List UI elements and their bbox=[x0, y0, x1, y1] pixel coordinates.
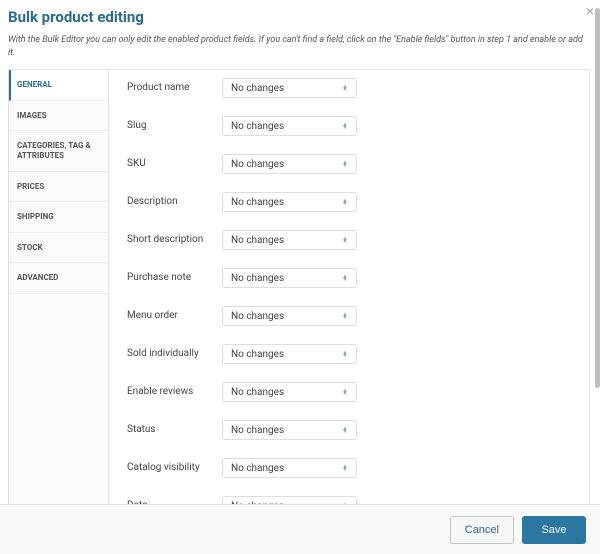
tab-shipping[interactable]: SHIPPING bbox=[9, 202, 108, 233]
tab-images[interactable]: IMAGES bbox=[9, 101, 108, 132]
field-row: Catalog visibility No changes ▲▼ bbox=[127, 458, 571, 478]
select-sold-individually[interactable]: No changes ▲▼ bbox=[222, 344, 357, 364]
select-value: No changes bbox=[231, 159, 284, 170]
cancel-button[interactable]: Cancel bbox=[450, 516, 514, 544]
page-subtitle: With the Bulk Editor you can only edit t… bbox=[8, 34, 590, 59]
select-sku[interactable]: No changes ▲▼ bbox=[222, 154, 357, 174]
field-row: Slug No changes ▲▼ bbox=[127, 116, 571, 136]
chevron-updown-icon: ▲▼ bbox=[342, 161, 348, 167]
field-row: Product name No changes ▲▼ bbox=[127, 78, 571, 98]
select-enable-reviews[interactable]: No changes ▲▼ bbox=[222, 382, 357, 402]
chevron-updown-icon: ▲▼ bbox=[342, 123, 348, 129]
page-title: Bulk product editing bbox=[8, 8, 590, 26]
field-row: Purchase note No changes ▲▼ bbox=[127, 268, 571, 288]
field-label: Short description bbox=[127, 234, 222, 246]
field-row: Menu order No changes ▲▼ bbox=[127, 306, 571, 326]
footer: Cancel Save bbox=[0, 504, 600, 554]
field-label: Description bbox=[127, 196, 222, 208]
panel: GENERAL IMAGES CATEGORIES, TAG & ATTRIBU… bbox=[8, 69, 590, 519]
chevron-updown-icon: ▲▼ bbox=[342, 199, 348, 205]
tabs: GENERAL IMAGES CATEGORIES, TAG & ATTRIBU… bbox=[9, 70, 109, 518]
select-value: No changes bbox=[231, 425, 284, 436]
chevron-updown-icon: ▲▼ bbox=[342, 313, 348, 319]
select-value: No changes bbox=[231, 83, 284, 94]
select-value: No changes bbox=[231, 273, 284, 284]
field-label: Slug bbox=[127, 120, 222, 132]
select-value: No changes bbox=[231, 197, 284, 208]
select-short-description[interactable]: No changes ▲▼ bbox=[222, 230, 357, 250]
select-purchase-note[interactable]: No changes ▲▼ bbox=[222, 268, 357, 288]
field-row: Short description No changes ▲▼ bbox=[127, 230, 571, 250]
select-value: No changes bbox=[231, 311, 284, 322]
chevron-updown-icon: ▲▼ bbox=[342, 465, 348, 471]
tab-general[interactable]: GENERAL bbox=[9, 70, 108, 101]
tab-categories[interactable]: CATEGORIES, TAG & ATTRIBUTES bbox=[9, 131, 108, 171]
chevron-updown-icon: ▲▼ bbox=[342, 389, 348, 395]
field-row: Status No changes ▲▼ bbox=[127, 420, 571, 440]
chevron-updown-icon: ▲▼ bbox=[342, 351, 348, 357]
tab-prices[interactable]: PRICES bbox=[9, 172, 108, 203]
select-value: No changes bbox=[231, 235, 284, 246]
tab-content: Product name No changes ▲▼ Slug No chang… bbox=[109, 70, 589, 518]
tab-stock[interactable]: STOCK bbox=[9, 233, 108, 264]
select-product-name[interactable]: No changes ▲▼ bbox=[222, 78, 357, 98]
chevron-updown-icon: ▲▼ bbox=[342, 427, 348, 433]
chevron-updown-icon: ▲▼ bbox=[342, 85, 348, 91]
close-icon[interactable]: × bbox=[586, 4, 594, 18]
select-description[interactable]: No changes ▲▼ bbox=[222, 192, 357, 212]
save-button[interactable]: Save bbox=[522, 516, 586, 544]
field-label: Product name bbox=[127, 82, 222, 94]
field-row: SKU No changes ▲▼ bbox=[127, 154, 571, 174]
field-label: Purchase note bbox=[127, 272, 222, 284]
select-value: No changes bbox=[231, 121, 284, 132]
chevron-updown-icon: ▲▼ bbox=[342, 237, 348, 243]
scrollbar[interactable] bbox=[595, 8, 600, 388]
select-value: No changes bbox=[231, 349, 284, 360]
field-row: Enable reviews No changes ▲▼ bbox=[127, 382, 571, 402]
field-label: Enable reviews bbox=[127, 386, 222, 398]
field-row: Sold individually No changes ▲▼ bbox=[127, 344, 571, 364]
select-menu-order[interactable]: No changes ▲▼ bbox=[222, 306, 357, 326]
bulk-edit-modal: Bulk product editing With the Bulk Edito… bbox=[0, 0, 600, 519]
field-label: Sold individually bbox=[127, 348, 222, 360]
select-status[interactable]: No changes ▲▼ bbox=[222, 420, 357, 440]
select-catalog-visibility[interactable]: No changes ▲▼ bbox=[222, 458, 357, 478]
field-label: Status bbox=[127, 424, 222, 436]
select-slug[interactable]: No changes ▲▼ bbox=[222, 116, 357, 136]
select-value: No changes bbox=[231, 387, 284, 398]
field-label: Catalog visibility bbox=[127, 462, 222, 474]
field-label: SKU bbox=[127, 158, 222, 170]
chevron-updown-icon: ▲▼ bbox=[342, 275, 348, 281]
field-row: Description No changes ▲▼ bbox=[127, 192, 571, 212]
select-value: No changes bbox=[231, 463, 284, 474]
tab-advanced[interactable]: ADVANCED bbox=[9, 263, 108, 294]
field-label: Menu order bbox=[127, 310, 222, 322]
